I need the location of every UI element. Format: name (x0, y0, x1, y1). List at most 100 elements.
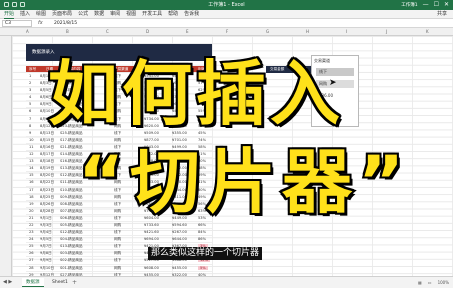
name-box[interactable]: C3 (2, 20, 32, 27)
table-cell-date: 8月19日 (40, 166, 55, 171)
ribbon-tab[interactable]: 页面布局 (52, 11, 72, 19)
column-letter[interactable]: C (106, 29, 109, 34)
column-letter[interactable]: K (426, 29, 429, 34)
table-cell-item: S13-精品商品 (60, 244, 83, 249)
table-cell-channel: 网购 (114, 237, 122, 242)
table-cell-date: 8月20日 (40, 173, 55, 178)
table-cell-date: 9月10日 (40, 265, 55, 270)
table-cell-date: 8月25日 (40, 194, 55, 199)
column-letter[interactable]: E (186, 29, 189, 34)
table-cell-no: 25 (29, 244, 34, 249)
table-cell-date: 8月18日 (40, 159, 55, 164)
table-cell-date: 9月4日 (40, 230, 52, 235)
table-cell-no: 9 (29, 130, 32, 135)
column-letter[interactable]: I (346, 29, 347, 34)
sheet-tab[interactable]: 数据源 (22, 278, 44, 287)
table-cell-no: 5 (29, 102, 32, 107)
table-row[interactable]: 23 9月4日 S12-精品商品 线下 ¥421.60 ¥267.00 84% (26, 229, 212, 237)
table-cell-no: 7 (29, 116, 32, 121)
table-cell-no: 17 (29, 187, 34, 192)
table-cell-no: 6 (29, 109, 32, 114)
page-layout-icon[interactable]: ▭ (428, 280, 432, 285)
ribbon-tab[interactable]: 开始 (4, 11, 15, 19)
column-headers: A B C D E F G H I J K (0, 28, 453, 36)
table-cell-item: S01-精品商品 (60, 265, 83, 270)
video-subtitle: 那么类似这样的一个切片器 (148, 247, 263, 260)
ribbon-tabs: 开始 插入 绘图 页面布局 公式 数据 审阅 视图 开发工具 帮助 告诉我 (4, 11, 199, 19)
table-cell-date: 9月1日 (40, 215, 52, 220)
table-cell-pct: 86% (198, 237, 206, 242)
table-cell-no: 10 (29, 137, 34, 142)
ribbon-tab[interactable]: 绘图 (36, 11, 46, 19)
table-cell-no: 20 (29, 208, 34, 213)
table-cell-no: 3 (29, 88, 32, 93)
table-cell-no: 26 (29, 251, 34, 256)
table-cell-amount: ¥694.00 (144, 237, 159, 242)
column-letter[interactable]: F (226, 29, 228, 34)
table-cell-pct: 5% (198, 265, 208, 270)
table-cell-no: 21 (29, 215, 34, 220)
column-letter[interactable]: B (66, 29, 69, 34)
table-cell-no: 15 (29, 173, 34, 178)
table-cell-profit: ¥644.00 (172, 237, 187, 242)
table-row[interactable]: 28 9月10日 S01-精品商品 网购 ¥608.00 ¥455.00 5% (26, 265, 212, 272)
share-button[interactable]: 共享 (437, 11, 447, 18)
table-cell-channel: 网购 (114, 265, 122, 270)
table-cell-date: 9月3日 (40, 222, 52, 227)
table-cell-channel: 网购 (114, 251, 122, 256)
ribbon-tab[interactable]: 插入 (20, 11, 30, 19)
table-cell-no: 13 (29, 159, 34, 164)
table-cell-item: S04-精品商品 (60, 237, 83, 242)
table-cell-date: 8月17日 (40, 152, 55, 157)
ribbon-tab[interactable]: 公式 (78, 11, 88, 19)
ribbon-tab[interactable]: 视图 (126, 11, 136, 19)
table-cell-no: 11 (29, 144, 34, 149)
table-cell-no: 8 (29, 123, 32, 128)
zoom-level[interactable]: 100% (438, 280, 449, 285)
table-cell-date: 9月7日 (40, 244, 52, 249)
table-cell-no: 1 (29, 74, 32, 78)
table-row[interactable]: 24 9月5日 S04-精品商品 网购 ¥694.00 ¥644.00 86% (26, 236, 212, 244)
sheet-nav-arrows[interactable]: ◀ ▶ (3, 279, 12, 285)
close-button[interactable]: ✕ (444, 1, 449, 9)
ribbon-tab[interactable]: 告诉我 (184, 11, 199, 19)
table-cell-no: 24 (29, 237, 34, 242)
normal-view-icon[interactable]: ▦ (418, 280, 422, 285)
table-cell-no: 19 (29, 201, 34, 206)
table-cell-item: S03-精品商品 (60, 251, 83, 256)
row-headers (0, 36, 12, 276)
table-cell-no: 12 (29, 152, 34, 157)
table-cell-no: 18 (29, 194, 34, 199)
column-letter[interactable]: H (306, 29, 309, 34)
column-letter[interactable]: G (266, 29, 269, 34)
table-cell-date: 9月9日 (40, 258, 52, 263)
ribbon-tab[interactable]: 帮助 (168, 11, 178, 19)
formula-input[interactable]: 2021/8/15 (54, 20, 77, 27)
column-letter[interactable]: A (26, 29, 29, 34)
ribbon-tab[interactable]: 开发工具 (142, 11, 162, 19)
table-cell-amount: ¥608.00 (144, 265, 159, 270)
table-cell-item: S02-精品商品 (60, 258, 83, 263)
table-cell-no: 4 (29, 95, 32, 100)
table-header-cell: 序号 (29, 66, 37, 71)
formula-bar: C3 fx 2021/8/15 (0, 19, 453, 28)
table-cell-date: 8月23日 (40, 187, 55, 192)
table-cell-channel: 线下 (114, 230, 122, 235)
table-cell-no: 2 (29, 81, 32, 86)
minimize-button[interactable]: — (423, 1, 429, 9)
window-title: 工作簿1 - Excel (208, 2, 245, 8)
column-letter[interactable]: D (146, 29, 149, 34)
account-name[interactable]: 工作簿1 (401, 2, 417, 8)
ribbon-tab[interactable]: 数据 (94, 11, 104, 19)
ribbon-tab[interactable]: 审阅 (110, 11, 120, 19)
table-cell-date: 9月8日 (40, 251, 52, 256)
maximize-button[interactable]: ☐ (434, 1, 439, 9)
table-cell-channel: 线下 (114, 244, 122, 249)
table-cell-amount: ¥421.60 (144, 230, 159, 235)
sheet-tab[interactable]: Sheet1 (48, 278, 72, 287)
add-sheet-button[interactable]: + (72, 279, 77, 286)
table-cell-date: 8月28日 (40, 208, 55, 213)
overlay-title-line1: 如何插入 (46, 51, 344, 137)
function-icon[interactable]: fx (38, 20, 43, 27)
column-letter[interactable]: J (386, 29, 387, 34)
